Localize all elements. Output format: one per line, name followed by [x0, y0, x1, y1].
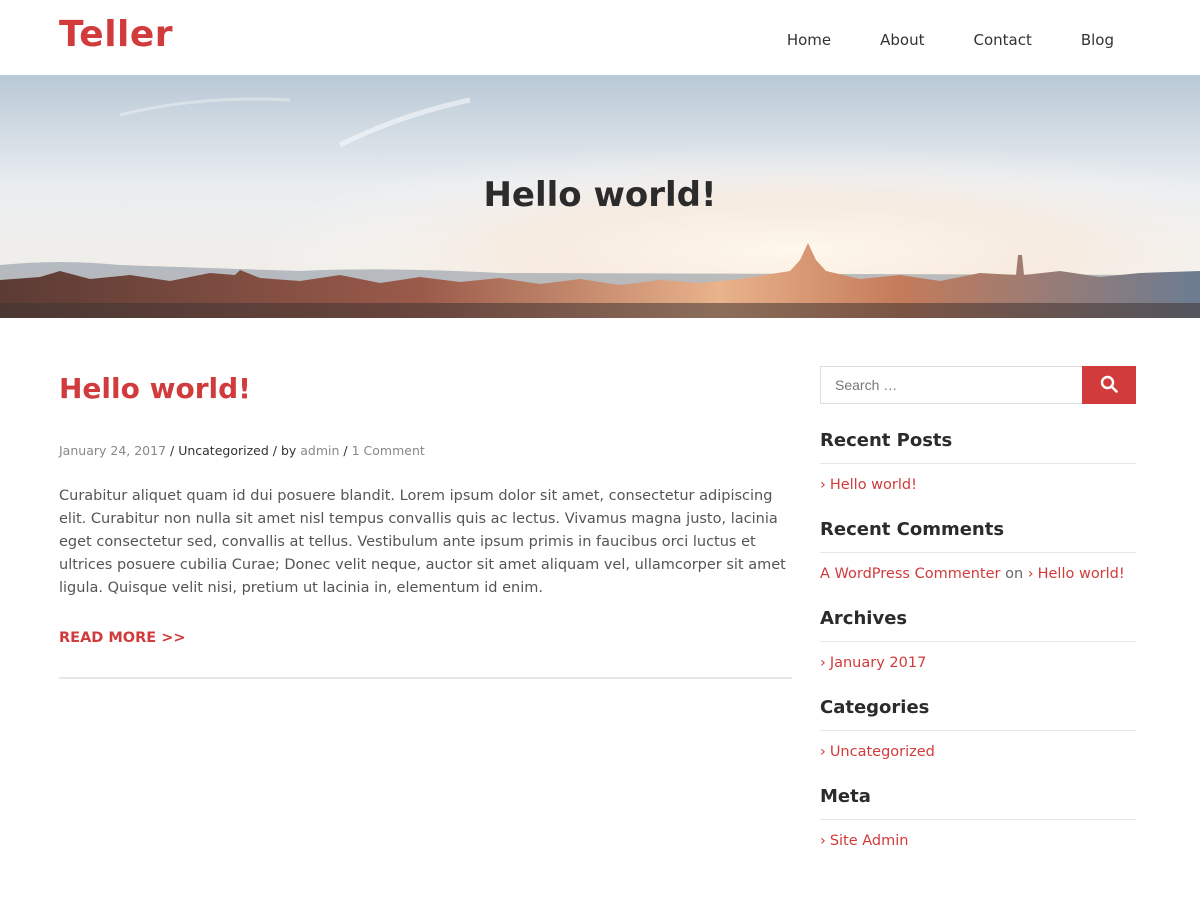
chevron-right-icon: ›	[820, 744, 826, 760]
commenter-link[interactable]: A WordPress Commenter	[820, 566, 1001, 582]
site-title[interactable]: Teller	[59, 14, 173, 55]
search-input[interactable]	[820, 366, 1082, 404]
widget-categories: Categories › Uncategorized	[820, 697, 1136, 760]
widget-title-meta: Meta	[820, 786, 1136, 820]
nav-item-contact[interactable]: Contact	[973, 31, 1031, 49]
post-divider	[59, 677, 792, 679]
list-item: › Uncategorized	[820, 744, 1136, 760]
post-category[interactable]: Uncategorized	[178, 443, 269, 458]
post-date[interactable]: January 24, 2017	[59, 443, 166, 458]
widget-recent-posts: Recent Posts › Hello world!	[820, 430, 1136, 493]
categories-list: › Uncategorized	[820, 744, 1136, 760]
widget-archives: Archives › January 2017	[820, 608, 1136, 671]
widget-title-recent-posts: Recent Posts	[820, 430, 1136, 464]
category-link[interactable]: Uncategorized	[830, 744, 935, 760]
hero-title: Hello world!	[483, 175, 717, 215]
meta-separator: /	[339, 443, 352, 458]
post-comments-link[interactable]: 1 Comment	[352, 443, 425, 458]
main-nav: Home About Contact Blog	[738, 31, 1114, 49]
chevron-right-icon: ›	[820, 655, 826, 671]
list-item: A WordPress Commenter on › Hello world!	[820, 566, 1136, 582]
nav-item-blog[interactable]: Blog	[1081, 31, 1114, 49]
nav-item-about[interactable]: About	[880, 31, 924, 49]
site-header: Teller Home About Contact Blog	[0, 0, 1200, 75]
comment-post-link[interactable]: Hello world!	[1038, 566, 1125, 582]
meta-separator: /	[166, 443, 179, 458]
meta-by-label: / by	[268, 443, 301, 458]
search-form	[820, 366, 1136, 404]
widget-title-recent-comments: Recent Comments	[820, 519, 1136, 553]
recent-posts-list: › Hello world!	[820, 477, 1136, 493]
read-more-link[interactable]: READ MORE >>	[59, 630, 186, 646]
post-meta: January 24, 2017 / Uncategorized / by ad…	[59, 443, 792, 458]
recent-comments-list: A WordPress Commenter on › Hello world!	[820, 566, 1136, 582]
post-title[interactable]: Hello world!	[59, 372, 792, 405]
sidebar: Recent Posts ›Hello world! Recent Commen…	[820, 366, 1136, 849]
chevron-right-icon: ›	[1027, 566, 1034, 582]
list-item: › Hello world!	[820, 477, 1136, 493]
list-item: › Site Admin	[820, 833, 1136, 849]
comment-on-label: on	[1000, 566, 1028, 582]
widget-title-archives: Archives	[820, 608, 1136, 642]
site-admin-link[interactable]: Site Admin	[830, 833, 909, 849]
post-excerpt: Curabitur aliquet quam id dui posuere bl…	[59, 488, 786, 596]
chevron-right-icon: ›	[820, 477, 826, 493]
nav-item-home[interactable]: Home	[787, 31, 831, 49]
post-entry: Hello world! January 24, 2017 / Uncatego…	[59, 372, 792, 646]
archive-link[interactable]: January 2017	[830, 655, 926, 671]
post-author[interactable]: admin	[300, 443, 339, 458]
list-item: › January 2017	[820, 655, 1136, 671]
recent-post-link[interactable]: Hello world!	[830, 477, 917, 493]
chevron-right-icon: ›	[820, 833, 826, 849]
search-icon	[1100, 375, 1118, 396]
archives-list: › January 2017	[820, 655, 1136, 671]
meta-list: › Site Admin	[820, 833, 1136, 849]
widget-meta: Meta › Site Admin	[820, 786, 1136, 849]
hero-banner: Hello world!	[0, 75, 1200, 318]
widget-recent-comments: Recent Comments A WordPress Commenter on…	[820, 519, 1136, 582]
widget-title-categories: Categories	[820, 697, 1136, 731]
search-button[interactable]	[1082, 366, 1136, 404]
